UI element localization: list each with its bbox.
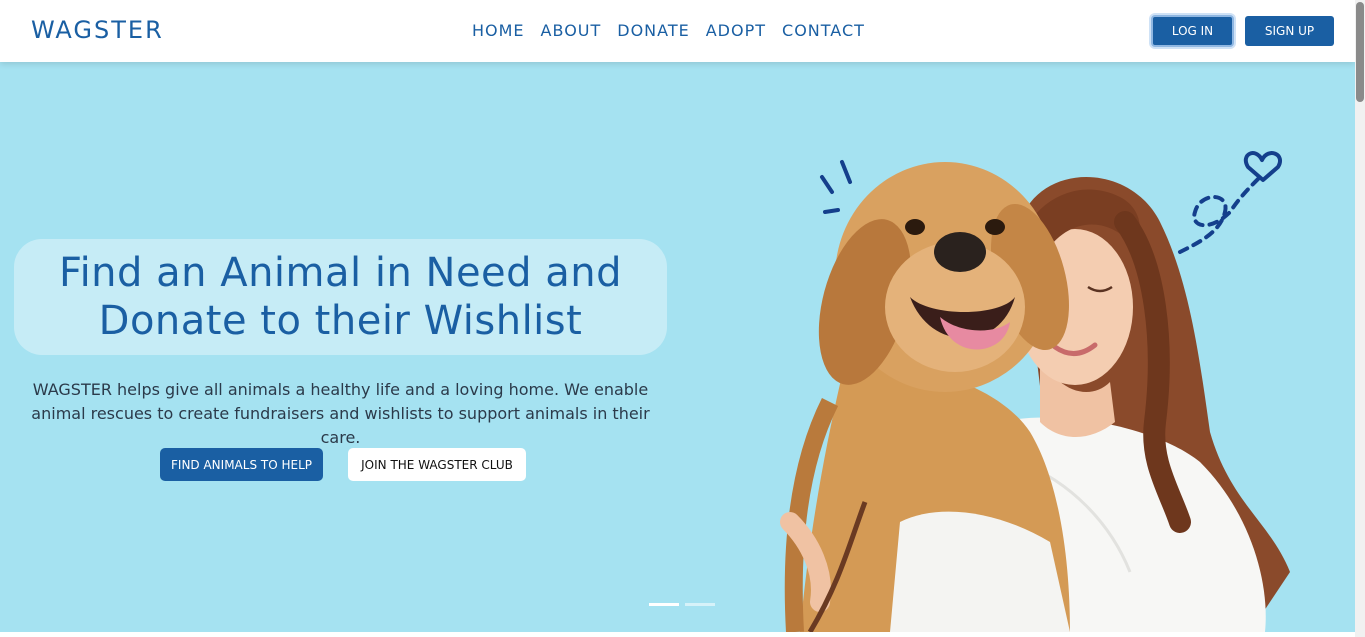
signup-button[interactable]: SIGN UP: [1245, 16, 1334, 46]
hero-image: [780, 151, 1290, 632]
nav-link-home[interactable]: HOME: [472, 21, 525, 40]
headline-box: Find an Animal in Need and Donate to the…: [14, 239, 667, 355]
join-club-button[interactable]: JOIN THE WAGSTER CLUB: [348, 448, 526, 481]
hero-headline: Find an Animal in Need and Donate to the…: [58, 250, 623, 344]
carousel-indicators: [649, 603, 715, 606]
carousel-dot-2[interactable]: [685, 603, 715, 606]
page-scrollbar[interactable]: [1355, 0, 1365, 637]
main-nav: HOME ABOUT DONATE ADOPT CONTACT: [472, 21, 881, 40]
hero-description: WAGSTER helps give all animals a healthy…: [31, 380, 650, 447]
nav-link-donate[interactable]: DONATE: [617, 21, 689, 40]
brand-logo[interactable]: WAGSTER: [31, 16, 164, 44]
hero-section: Find an Animal in Need and Donate to the…: [0, 62, 1355, 632]
login-button[interactable]: LOG IN: [1151, 15, 1234, 47]
navbar: WAGSTER HOME ABOUT DONATE ADOPT CONTACT …: [0, 0, 1355, 62]
find-animals-button[interactable]: FIND ANIMALS TO HELP: [160, 448, 323, 481]
carousel-dot-1[interactable]: [649, 603, 679, 606]
nav-link-adopt[interactable]: ADOPT: [706, 21, 766, 40]
nav-link-contact[interactable]: CONTACT: [782, 21, 865, 40]
scrollbar-thumb[interactable]: [1356, 2, 1364, 102]
nav-link-about[interactable]: ABOUT: [541, 21, 602, 40]
